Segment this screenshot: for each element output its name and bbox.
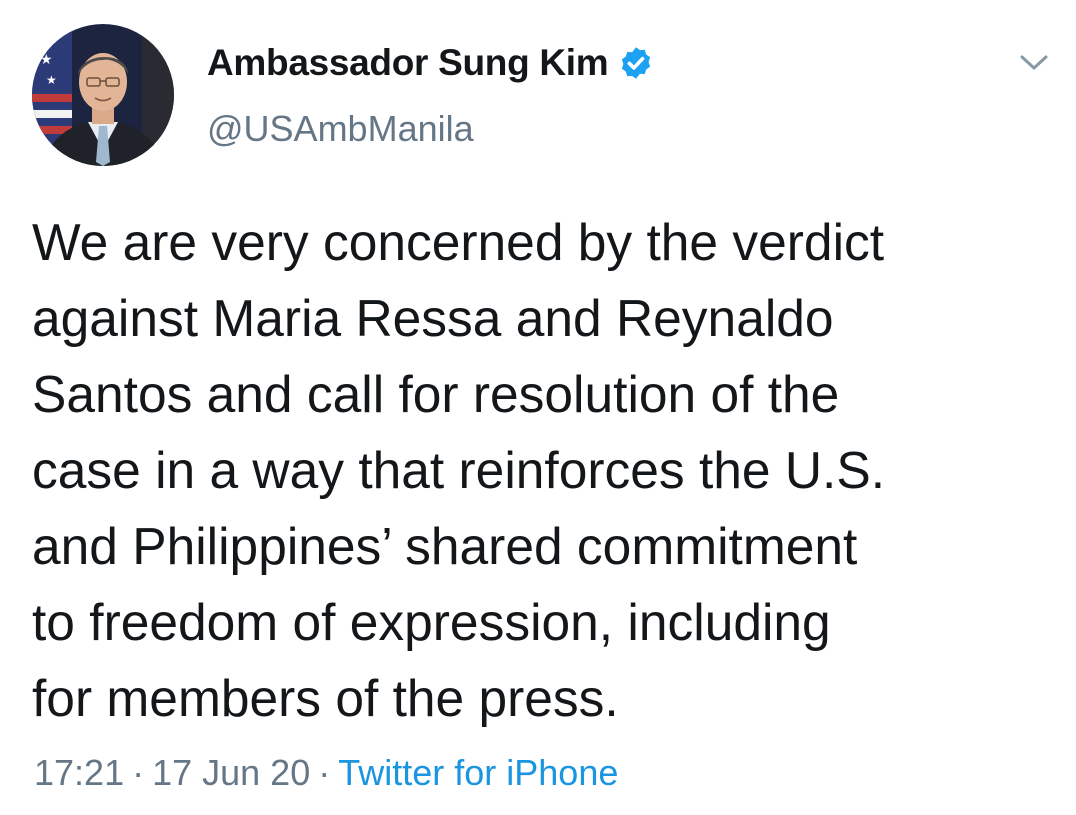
- meta-separator: ·: [318, 752, 331, 793]
- avatar[interactable]: ★ ★: [32, 24, 174, 166]
- verified-badge-icon: [622, 47, 651, 79]
- display-name-row: Ambassador Sung Kim: [207, 40, 654, 86]
- tweet-time[interactable]: 17:21: [34, 752, 124, 793]
- user-handle[interactable]: @USAmbManila: [207, 108, 654, 150]
- meta-separator: ·: [132, 752, 145, 793]
- tweet-source-link[interactable]: Twitter for iPhone: [338, 752, 618, 793]
- tweet-date[interactable]: 17 Jun 20: [152, 752, 310, 793]
- svg-text:★: ★: [46, 73, 57, 87]
- author-header[interactable]: Ambassador Sung Kim @USAmbManila: [207, 40, 654, 150]
- tweet-card[interactable]: ★ ★ Ambassador Sung Kim @USAmbManila We …: [0, 0, 1076, 815]
- tweet-meta: 17:21 · 17 Jun 20 · Twitter for iPhone: [34, 752, 618, 794]
- display-name[interactable]: Ambassador Sung Kim: [207, 42, 609, 84]
- avatar-image: ★ ★: [32, 24, 174, 166]
- tweet-text: We are very concerned by the verdict aga…: [32, 213, 886, 727]
- svg-text:★: ★: [40, 52, 53, 68]
- chevron-down-icon[interactable]: [1016, 48, 1052, 76]
